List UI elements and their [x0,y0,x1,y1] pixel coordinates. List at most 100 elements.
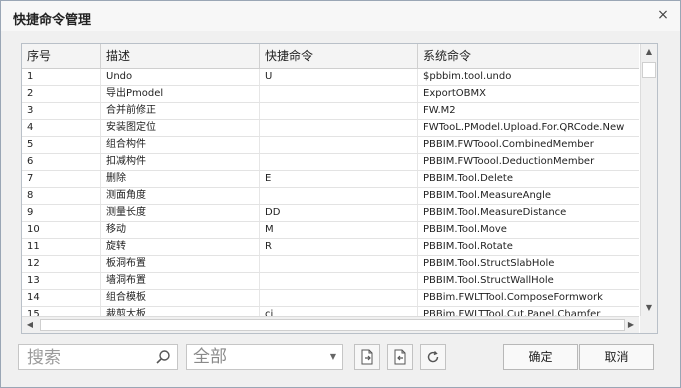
cell-shortcut[interactable]: ci [260,307,418,316]
cell-description[interactable]: 板洞布置 [101,256,260,272]
cell-index[interactable]: 12 [22,256,101,272]
cell-index[interactable]: 2 [22,86,101,102]
refresh-button[interactable] [420,344,446,370]
cell-system-command[interactable]: $pbbim.tool.undo [418,69,639,85]
cell-shortcut[interactable]: M [260,222,418,238]
close-icon[interactable]: × [654,6,672,24]
cell-description[interactable]: 测面角度 [101,188,260,204]
cell-system-command[interactable]: PBBIM.Tool.Rotate [418,239,639,255]
search-box[interactable] [18,344,178,370]
cell-system-command[interactable]: PBBIM.Tool.StructWallHole [418,273,639,289]
cell-shortcut[interactable] [260,120,418,136]
table-row[interactable]: 4 安装图定位 FWTooL.PModel.Upload.For.QRCode.Ne… [22,120,639,137]
horizontal-scrollbar[interactable]: ◀ ▶ [22,316,639,333]
cell-shortcut[interactable] [260,256,418,272]
cell-description[interactable]: 安装图定位 [101,120,260,136]
cell-index[interactable]: 3 [22,103,101,119]
search-icon[interactable] [155,349,171,365]
cell-description[interactable]: 测量长度 [101,205,260,221]
cell-index[interactable]: 11 [22,239,101,255]
cell-shortcut[interactable]: R [260,239,418,255]
cell-description[interactable]: 组合模板 [101,290,260,306]
export-button[interactable] [387,344,413,370]
cell-system-command[interactable]: PBBim.FWLTTool.ComposeFormwork [418,290,639,306]
table-row[interactable]: 1 Undo U $pbbim.tool.undo [22,69,639,86]
cell-description[interactable]: Undo [101,69,260,85]
chevron-down-icon[interactable]: ▼ [330,352,336,361]
cell-system-command[interactable]: PBBIM.Tool.Delete [418,171,639,187]
cancel-button[interactable]: 取消 [579,344,654,370]
column-header-shortcut[interactable]: 快捷命令 [260,44,418,68]
cell-description[interactable]: 导出Pmodel [101,86,260,102]
table-row[interactable]: 13 墙洞布置 PBBIM.Tool.StructWallHole [22,273,639,290]
cell-index[interactable]: 1 [22,69,101,85]
cell-description[interactable]: 墙洞布置 [101,273,260,289]
table-row[interactable]: 11 旋转 R PBBIM.Tool.Rotate [22,239,639,256]
cell-description[interactable]: 合并前修正 [101,103,260,119]
horizontal-scroll-thumb[interactable] [40,319,625,331]
cell-index[interactable]: 15 [22,307,101,316]
cell-description[interactable]: 移动 [101,222,260,238]
scroll-down-icon[interactable]: ▼ [641,300,657,316]
vertical-scroll-thumb[interactable] [642,62,656,78]
cell-system-command[interactable]: PBBIM.Tool.Move [418,222,639,238]
column-header-index[interactable]: 序号 [22,44,101,68]
cell-shortcut[interactable] [260,290,418,306]
scroll-up-icon[interactable]: ▲ [641,44,657,60]
cell-shortcut[interactable] [260,86,418,102]
cell-shortcut[interactable]: DD [260,205,418,221]
cell-shortcut[interactable] [260,188,418,204]
cell-system-command[interactable]: FW.M2 [418,103,639,119]
table-row[interactable]: 8 测面角度 PBBIM.Tool.MeasureAngle [22,188,639,205]
cell-system-command[interactable]: PBBim.FWLTTool.Cut.Panel.Chamfer [418,307,639,316]
cell-shortcut[interactable]: E [260,171,418,187]
column-header-system-command[interactable]: 系统命令 [418,44,639,68]
vertical-scrollbar[interactable]: ▲ ▼ [640,44,657,316]
cell-shortcut[interactable] [260,137,418,153]
cell-index[interactable]: 5 [22,137,101,153]
cell-system-command[interactable]: PBBIM.Tool.MeasureAngle [418,188,639,204]
cell-description[interactable]: 旋转 [101,239,260,255]
table-row[interactable]: 10 移动 M PBBIM.Tool.Move [22,222,639,239]
cell-index[interactable]: 13 [22,273,101,289]
cell-system-command[interactable]: PBBIM.Tool.MeasureDistance [418,205,639,221]
ok-button[interactable]: 确定 [503,344,578,370]
scrollbar-corner [640,316,657,333]
table-row[interactable]: 15 裁剪大板 ci PBBim.FWLTTool.Cut.Panel.Chamfer [22,307,639,316]
cell-system-command[interactable]: PBBIM.Tool.StructSlabHole [418,256,639,272]
table-row[interactable]: 5 组合构件 PBBIM.FWToool.CombinedMember [22,137,639,154]
table-row[interactable]: 9 测量长度 DD PBBIM.Tool.MeasureDistance [22,205,639,222]
cell-description[interactable]: 扣减构件 [101,154,260,170]
cell-system-command[interactable]: FWTooL.PModel.Upload.For.QRCode.New [418,120,639,136]
cell-system-command[interactable]: PBBIM.FWToool.DeductionMember [418,154,639,170]
import-button[interactable] [354,344,380,370]
table-row[interactable]: 12 板洞布置 PBBIM.Tool.StructSlabHole [22,256,639,273]
filter-dropdown[interactable]: 全部 ▼ [186,344,343,370]
cell-description[interactable]: 裁剪大板 [101,307,260,316]
search-input[interactable] [25,346,149,370]
column-header-description[interactable]: 描述 [101,44,260,68]
table-row[interactable]: 7 删除 E PBBIM.Tool.Delete [22,171,639,188]
import-icon [361,349,373,365]
scroll-right-icon[interactable]: ▶ [623,317,639,333]
cell-index[interactable]: 14 [22,290,101,306]
table-row[interactable]: 2 导出Pmodel ExportOBMX [22,86,639,103]
cell-index[interactable]: 9 [22,205,101,221]
cell-index[interactable]: 7 [22,171,101,187]
scroll-left-icon[interactable]: ◀ [22,317,38,333]
table-row[interactable]: 14 组合模板 PBBim.FWLTTool.ComposeFormwork [22,290,639,307]
cell-system-command[interactable]: ExportOBMX [418,86,639,102]
cell-shortcut[interactable]: U [260,69,418,85]
cell-system-command[interactable]: PBBIM.FWToool.CombinedMember [418,137,639,153]
cell-index[interactable]: 6 [22,154,101,170]
cell-description[interactable]: 删除 [101,171,260,187]
cell-index[interactable]: 4 [22,120,101,136]
cell-index[interactable]: 8 [22,188,101,204]
table-row[interactable]: 6 扣减构件 PBBIM.FWToool.DeductionMember [22,154,639,171]
cell-shortcut[interactable] [260,154,418,170]
cell-index[interactable]: 10 [22,222,101,238]
cell-description[interactable]: 组合构件 [101,137,260,153]
cell-shortcut[interactable] [260,103,418,119]
table-row[interactable]: 3 合并前修正 FW.M2 [22,103,639,120]
cell-shortcut[interactable] [260,273,418,289]
